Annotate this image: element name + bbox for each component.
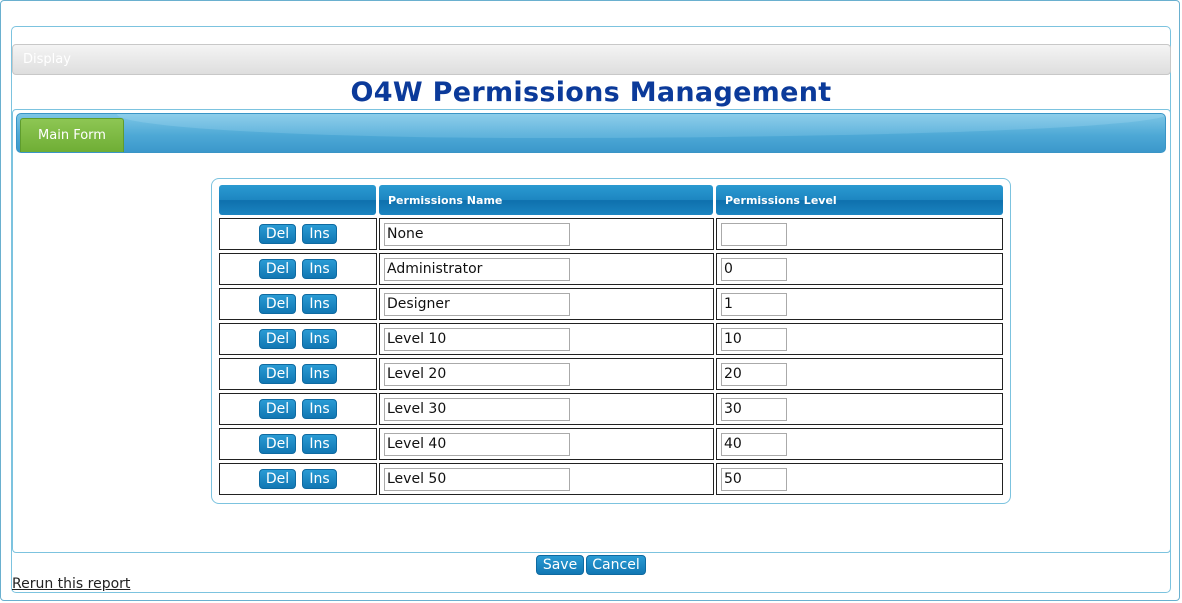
delete-row-button[interactable]: Del bbox=[259, 469, 296, 489]
table-row-level-cell: 20 bbox=[716, 358, 1003, 390]
table-row-name-cell: None bbox=[379, 218, 714, 250]
permissions-level-field[interactable] bbox=[721, 223, 787, 246]
delete-row-button[interactable]: Del bbox=[259, 294, 296, 314]
table-row-level-cell: 0 bbox=[716, 253, 1003, 285]
permissions-level-field[interactable]: 30 bbox=[721, 398, 787, 421]
tab-strip bbox=[16, 113, 1166, 153]
insert-row-button[interactable]: Ins bbox=[302, 294, 337, 314]
column-header-permissions-name: Permissions Name bbox=[379, 185, 713, 215]
permissions-level-field[interactable]: 1 bbox=[721, 293, 787, 316]
table-row-name-cell: Designer bbox=[379, 288, 714, 320]
save-button[interactable]: Save bbox=[536, 555, 584, 575]
insert-row-button[interactable]: Ins bbox=[302, 329, 337, 349]
table-row-actions-cell: Del Ins bbox=[219, 463, 377, 495]
insert-row-button[interactable]: Ins bbox=[302, 224, 337, 244]
table-row-actions-cell: Del Ins bbox=[219, 393, 377, 425]
permissions-name-field[interactable]: Designer bbox=[384, 293, 570, 316]
delete-row-button[interactable]: Del bbox=[259, 329, 296, 349]
table-row-level-cell: 1 bbox=[716, 288, 1003, 320]
table-row-actions-cell: Del Ins bbox=[219, 323, 377, 355]
table-row-actions-cell: Del Ins bbox=[219, 428, 377, 460]
permissions-level-field[interactable]: 50 bbox=[721, 468, 787, 491]
permissions-level-field[interactable]: 40 bbox=[721, 433, 787, 456]
permissions-name-field[interactable]: Level 50 bbox=[384, 468, 570, 491]
permissions-name-field[interactable]: Level 20 bbox=[384, 363, 570, 386]
permissions-level-field[interactable]: 0 bbox=[721, 258, 787, 281]
table-row-level-cell: 10 bbox=[716, 323, 1003, 355]
table-row-level-cell bbox=[716, 218, 1003, 250]
insert-row-button[interactable]: Ins bbox=[302, 434, 337, 454]
delete-row-button[interactable]: Del bbox=[259, 224, 296, 244]
table-row-actions-cell: Del Ins bbox=[219, 218, 377, 250]
table-row-name-cell: Level 50 bbox=[379, 463, 714, 495]
permissions-name-field[interactable]: None bbox=[384, 223, 570, 246]
table-row-actions-cell: Del Ins bbox=[219, 358, 377, 390]
insert-row-button[interactable]: Ins bbox=[302, 399, 337, 419]
rerun-report-link[interactable]: Rerun this report bbox=[12, 575, 130, 593]
delete-row-button[interactable]: Del bbox=[259, 399, 296, 419]
column-header-actions bbox=[219, 185, 376, 215]
table-row-actions-cell: Del Ins bbox=[219, 288, 377, 320]
table-row-level-cell: 30 bbox=[716, 393, 1003, 425]
delete-row-button[interactable]: Del bbox=[259, 259, 296, 279]
cancel-button[interactable]: Cancel bbox=[586, 555, 646, 575]
table-row-name-cell: Level 10 bbox=[379, 323, 714, 355]
table-row-name-cell: Level 30 bbox=[379, 393, 714, 425]
insert-row-button[interactable]: Ins bbox=[302, 259, 337, 279]
table-row-name-cell: Level 40 bbox=[379, 428, 714, 460]
insert-row-button[interactable]: Ins bbox=[302, 364, 337, 384]
permissions-name-field[interactable]: Level 30 bbox=[384, 398, 570, 421]
permissions-name-field[interactable]: Administrator bbox=[384, 258, 570, 281]
permissions-name-field[interactable]: Level 10 bbox=[384, 328, 570, 351]
tab-main-form[interactable]: Main Form bbox=[20, 118, 124, 152]
delete-row-button[interactable]: Del bbox=[259, 434, 296, 454]
table-row-name-cell: Administrator bbox=[379, 253, 714, 285]
permissions-level-field[interactable]: 10 bbox=[721, 328, 787, 351]
table-row-name-cell: Level 20 bbox=[379, 358, 714, 390]
column-header-permissions-level: Permissions Level bbox=[716, 185, 1003, 215]
table-row-level-cell: 40 bbox=[716, 428, 1003, 460]
table-row-actions-cell: Del Ins bbox=[219, 253, 377, 285]
tab-strip-decoration bbox=[117, 114, 1165, 138]
delete-row-button[interactable]: Del bbox=[259, 364, 296, 384]
insert-row-button[interactable]: Ins bbox=[302, 469, 337, 489]
display-bar[interactable]: Display bbox=[12, 44, 1171, 75]
table-row-level-cell: 50 bbox=[716, 463, 1003, 495]
page-title: O4W Permissions Management bbox=[350, 77, 832, 108]
permissions-name-field[interactable]: Level 40 bbox=[384, 433, 570, 456]
permissions-level-field[interactable]: 20 bbox=[721, 363, 787, 386]
